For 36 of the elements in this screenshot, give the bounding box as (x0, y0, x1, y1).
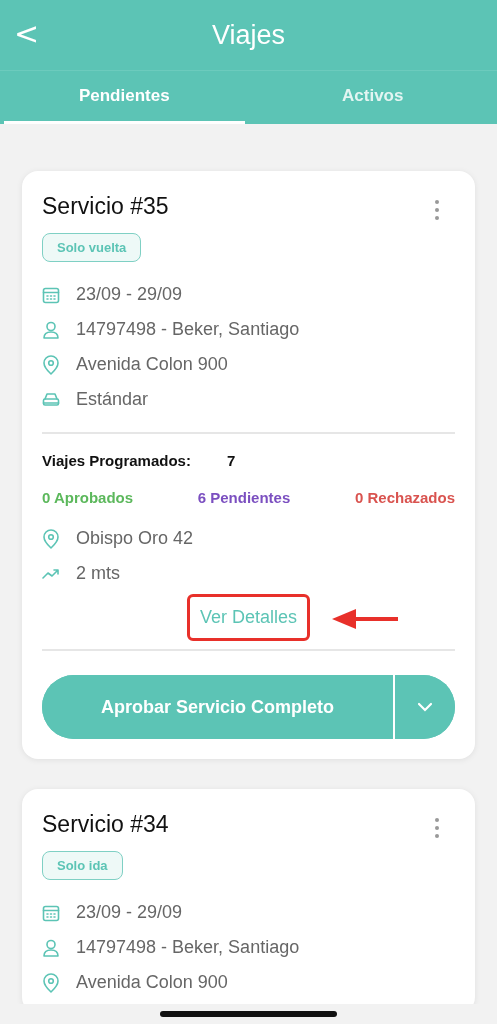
page-title: Viajes (211, 19, 286, 51)
detail-text: 23/09 - 29/09 (76, 284, 183, 305)
detail-text: 2 mts (76, 563, 120, 584)
trip-count: 6 Pendientes (197, 489, 291, 506)
location-pin-icon (42, 528, 60, 549)
detail-text: 23/09 - 29/09 (76, 902, 183, 923)
detail-text: Obispo Oro 42 (76, 528, 194, 549)
scheduled-count: 7 (226, 452, 236, 469)
detail-text: 14797498 - Beker, Santiago (76, 937, 300, 958)
location-pin-icon (42, 354, 60, 375)
car-icon (42, 391, 60, 408)
tab[interactable]: Pendientes (4, 71, 245, 124)
trip-type-tag: Solo vuelta (42, 233, 142, 262)
more-icon[interactable] (433, 199, 441, 221)
location-pin-icon (42, 972, 60, 993)
detail-text: Estándar (76, 389, 149, 410)
tab[interactable]: Activos (252, 71, 493, 124)
service-title: Servicio #35 (42, 193, 169, 220)
calendar-icon (42, 903, 60, 922)
detail-text: 14797498 - Beker, Santiago (76, 319, 300, 340)
details-link[interactable]: Ver Detalles (186, 594, 311, 641)
trip-count: 0 Rechazados (354, 489, 455, 506)
more-icon[interactable] (433, 817, 441, 839)
trip-count: 0 Aprobados (42, 489, 134, 506)
person-icon (42, 320, 60, 339)
calendar-icon (42, 285, 60, 304)
chevron-down-icon (417, 702, 433, 712)
approve-button[interactable]: Aprobar Servicio Completo (42, 675, 395, 739)
scheduled-label: Viajes Programados: (42, 452, 191, 469)
person-icon (42, 938, 60, 957)
service-title: Servicio #34 (42, 811, 169, 838)
trip-type-tag: Solo ida (42, 851, 123, 880)
back-button[interactable]: < (8, 18, 46, 50)
detail-text: Avenida Colon 900 (76, 354, 228, 375)
detail-text: Avenida Colon 900 (76, 972, 228, 993)
trend-icon (42, 567, 60, 580)
